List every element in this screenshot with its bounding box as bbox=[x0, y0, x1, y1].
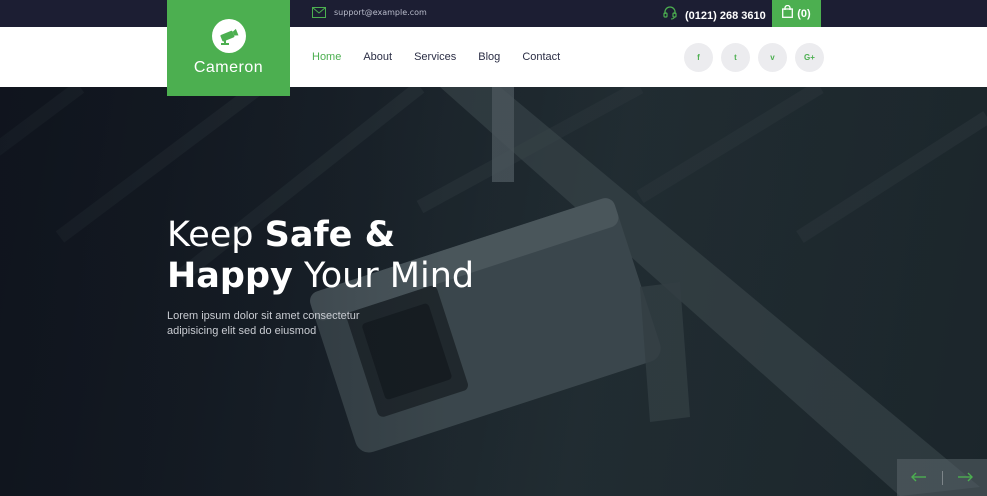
cart-count: (0) bbox=[797, 7, 811, 20]
prev-slide-button[interactable] bbox=[897, 459, 942, 496]
main-nav: Home About Services Blog Contact bbox=[312, 51, 582, 63]
cart-button[interactable]: (0) bbox=[772, 0, 821, 27]
arrow-right-icon bbox=[957, 469, 973, 487]
brand-name: Cameron bbox=[193, 59, 264, 76]
shopping-bag-icon bbox=[782, 4, 794, 23]
main-navbar: Home About Services Blog Contact f t v G… bbox=[0, 27, 987, 87]
twitter-icon[interactable]: t bbox=[721, 43, 750, 72]
phone-number[interactable]: (0121) 268 3610 bbox=[685, 10, 766, 22]
brand-logo[interactable]: Cameron bbox=[167, 0, 290, 96]
google-plus-icon[interactable]: G+ bbox=[795, 43, 824, 72]
headline-your-mind: Your Mind bbox=[292, 256, 475, 296]
envelope-icon bbox=[312, 7, 326, 18]
email-contact[interactable]: support@example.com bbox=[312, 7, 427, 18]
nav-item-services[interactable]: Services bbox=[414, 51, 456, 63]
hero-subtitle: Lorem ipsum dolor sit amet consectetur a… bbox=[167, 310, 360, 337]
facebook-icon[interactable]: f bbox=[684, 43, 713, 72]
email-address[interactable]: support@example.com bbox=[334, 8, 427, 17]
social-links: f t v G+ bbox=[684, 43, 824, 72]
cctv-camera-icon bbox=[211, 19, 246, 53]
arrow-left-icon bbox=[911, 469, 927, 487]
next-slide-button[interactable] bbox=[942, 459, 987, 496]
nav-item-home[interactable]: Home bbox=[312, 51, 341, 63]
nav-item-about[interactable]: About bbox=[363, 51, 392, 63]
top-bar: support@example.com (0121) 268 3610 (0) bbox=[0, 0, 987, 27]
headset-icon bbox=[663, 6, 677, 25]
hero-slider: Keep Safe & Happy Your Mind Lorem ipsum … bbox=[0, 87, 987, 496]
vimeo-icon[interactable]: v bbox=[758, 43, 787, 72]
nav-item-blog[interactable]: Blog bbox=[478, 51, 500, 63]
nav-item-contact[interactable]: Contact bbox=[522, 51, 560, 63]
hero-headline: Keep Safe & Happy Your Mind bbox=[167, 215, 474, 297]
hero-overlay bbox=[0, 87, 987, 496]
headline-safe: Safe & bbox=[264, 215, 396, 255]
headline-keep: Keep bbox=[167, 215, 265, 255]
slider-controls bbox=[897, 459, 987, 496]
headline-happy: Happy bbox=[167, 256, 293, 296]
phone-contact[interactable]: (0121) 268 3610 bbox=[663, 6, 766, 25]
